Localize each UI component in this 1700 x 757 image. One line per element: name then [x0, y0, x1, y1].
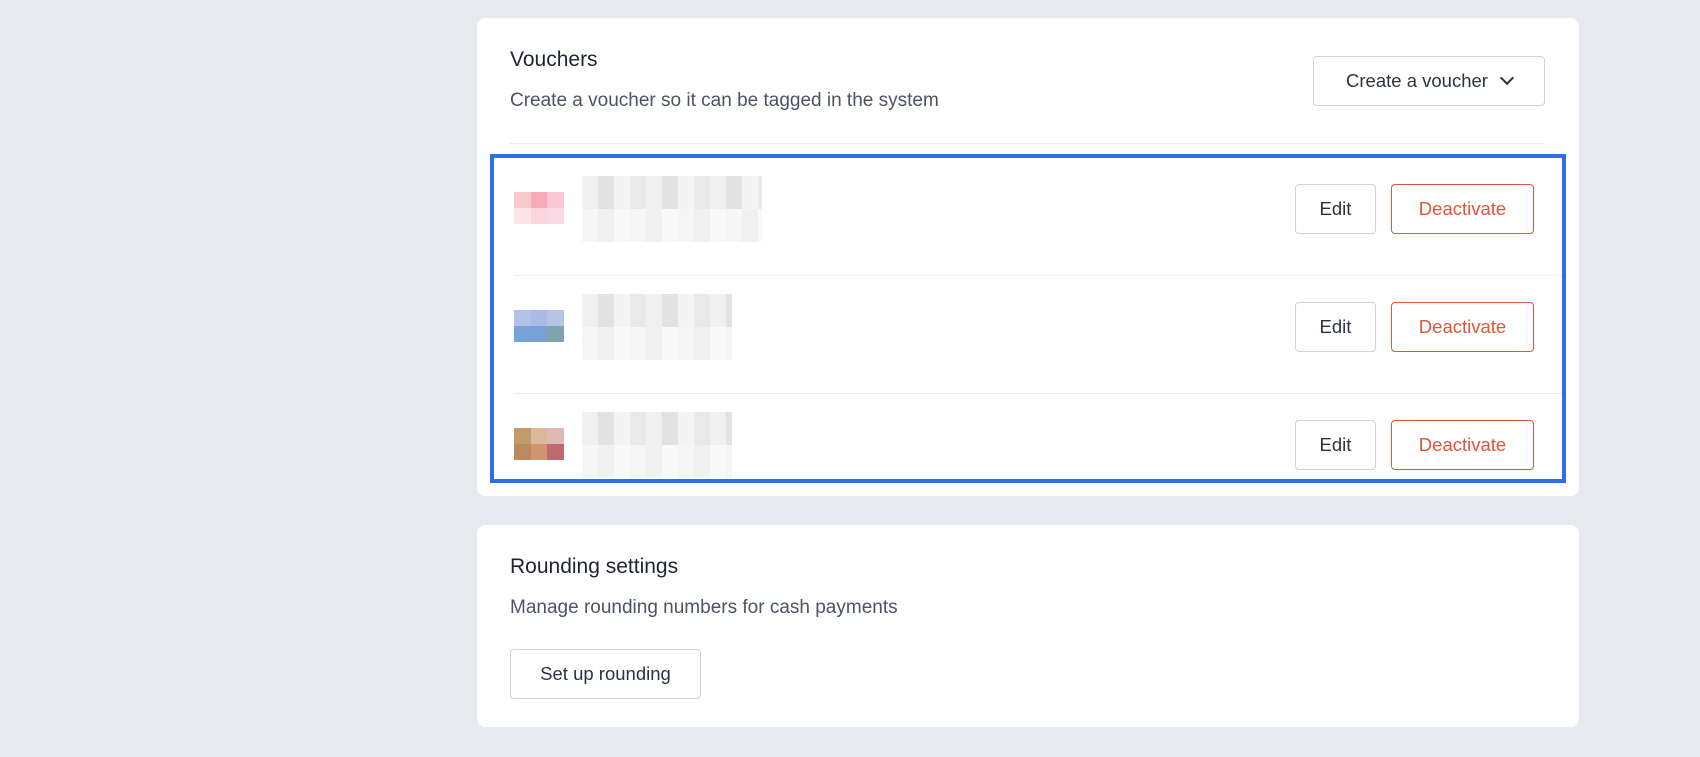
voucher-row: Edit Deactivate: [494, 158, 1562, 276]
thumbnail-cell: [514, 428, 531, 444]
voucher-row: Edit Deactivate: [494, 276, 1562, 394]
thumbnail-cell: [530, 310, 548, 326]
create-voucher-button[interactable]: Create a voucher: [1313, 56, 1545, 106]
rounding-card: Rounding settings Manage rounding number…: [477, 525, 1579, 727]
deactivate-button[interactable]: Deactivate: [1391, 420, 1534, 470]
deactivate-button[interactable]: Deactivate: [1391, 302, 1534, 352]
thumbnail-cell: [530, 428, 548, 444]
thumbnail-cell: [547, 444, 564, 460]
vouchers-card: Vouchers Create a voucher so it can be t…: [477, 18, 1579, 496]
thumbnail-cell: [514, 310, 531, 326]
rounding-subtitle: Manage rounding numbers for cash payment…: [510, 597, 898, 618]
voucher-thumbnail: [514, 428, 564, 460]
thumbnail-cell: [514, 326, 531, 342]
thumbnail-cell: [514, 444, 531, 460]
thumbnail-cell: [530, 326, 548, 342]
thumbnail-cell: [530, 208, 548, 224]
edit-button[interactable]: Edit: [1295, 302, 1376, 352]
voucher-list: Edit Deactivate Edit Deactivate Edit Dea…: [490, 154, 1566, 483]
thumbnail-cell: [514, 208, 531, 224]
set-up-rounding-button[interactable]: Set up rounding: [510, 649, 701, 699]
vouchers-title: Vouchers: [510, 48, 598, 71]
rounding-title: Rounding settings: [510, 555, 679, 578]
create-voucher-label: Create a voucher: [1346, 70, 1488, 91]
thumbnail-cell: [530, 444, 548, 460]
thumbnail-cell: [547, 428, 564, 444]
voucher-name-redacted: [582, 176, 762, 242]
thumbnail-cell: [547, 326, 564, 342]
thumbnail-cell: [547, 208, 564, 224]
edit-button[interactable]: Edit: [1295, 420, 1376, 470]
voucher-row: Edit Deactivate: [494, 394, 1562, 479]
thumbnail-cell: [514, 192, 531, 208]
vouchers-subtitle: Create a voucher so it can be tagged in …: [510, 90, 939, 111]
deactivate-button[interactable]: Deactivate: [1391, 184, 1534, 234]
divider: [510, 143, 1545, 144]
edit-button[interactable]: Edit: [1295, 184, 1376, 234]
voucher-thumbnail: [514, 310, 564, 342]
thumbnail-cell: [547, 310, 564, 326]
chevron-down-icon: [1499, 70, 1515, 86]
thumbnail-cell: [547, 192, 564, 208]
voucher-thumbnail: [514, 192, 564, 224]
voucher-name-redacted: [582, 412, 732, 478]
voucher-name-redacted: [582, 294, 732, 360]
thumbnail-cell: [530, 192, 548, 208]
